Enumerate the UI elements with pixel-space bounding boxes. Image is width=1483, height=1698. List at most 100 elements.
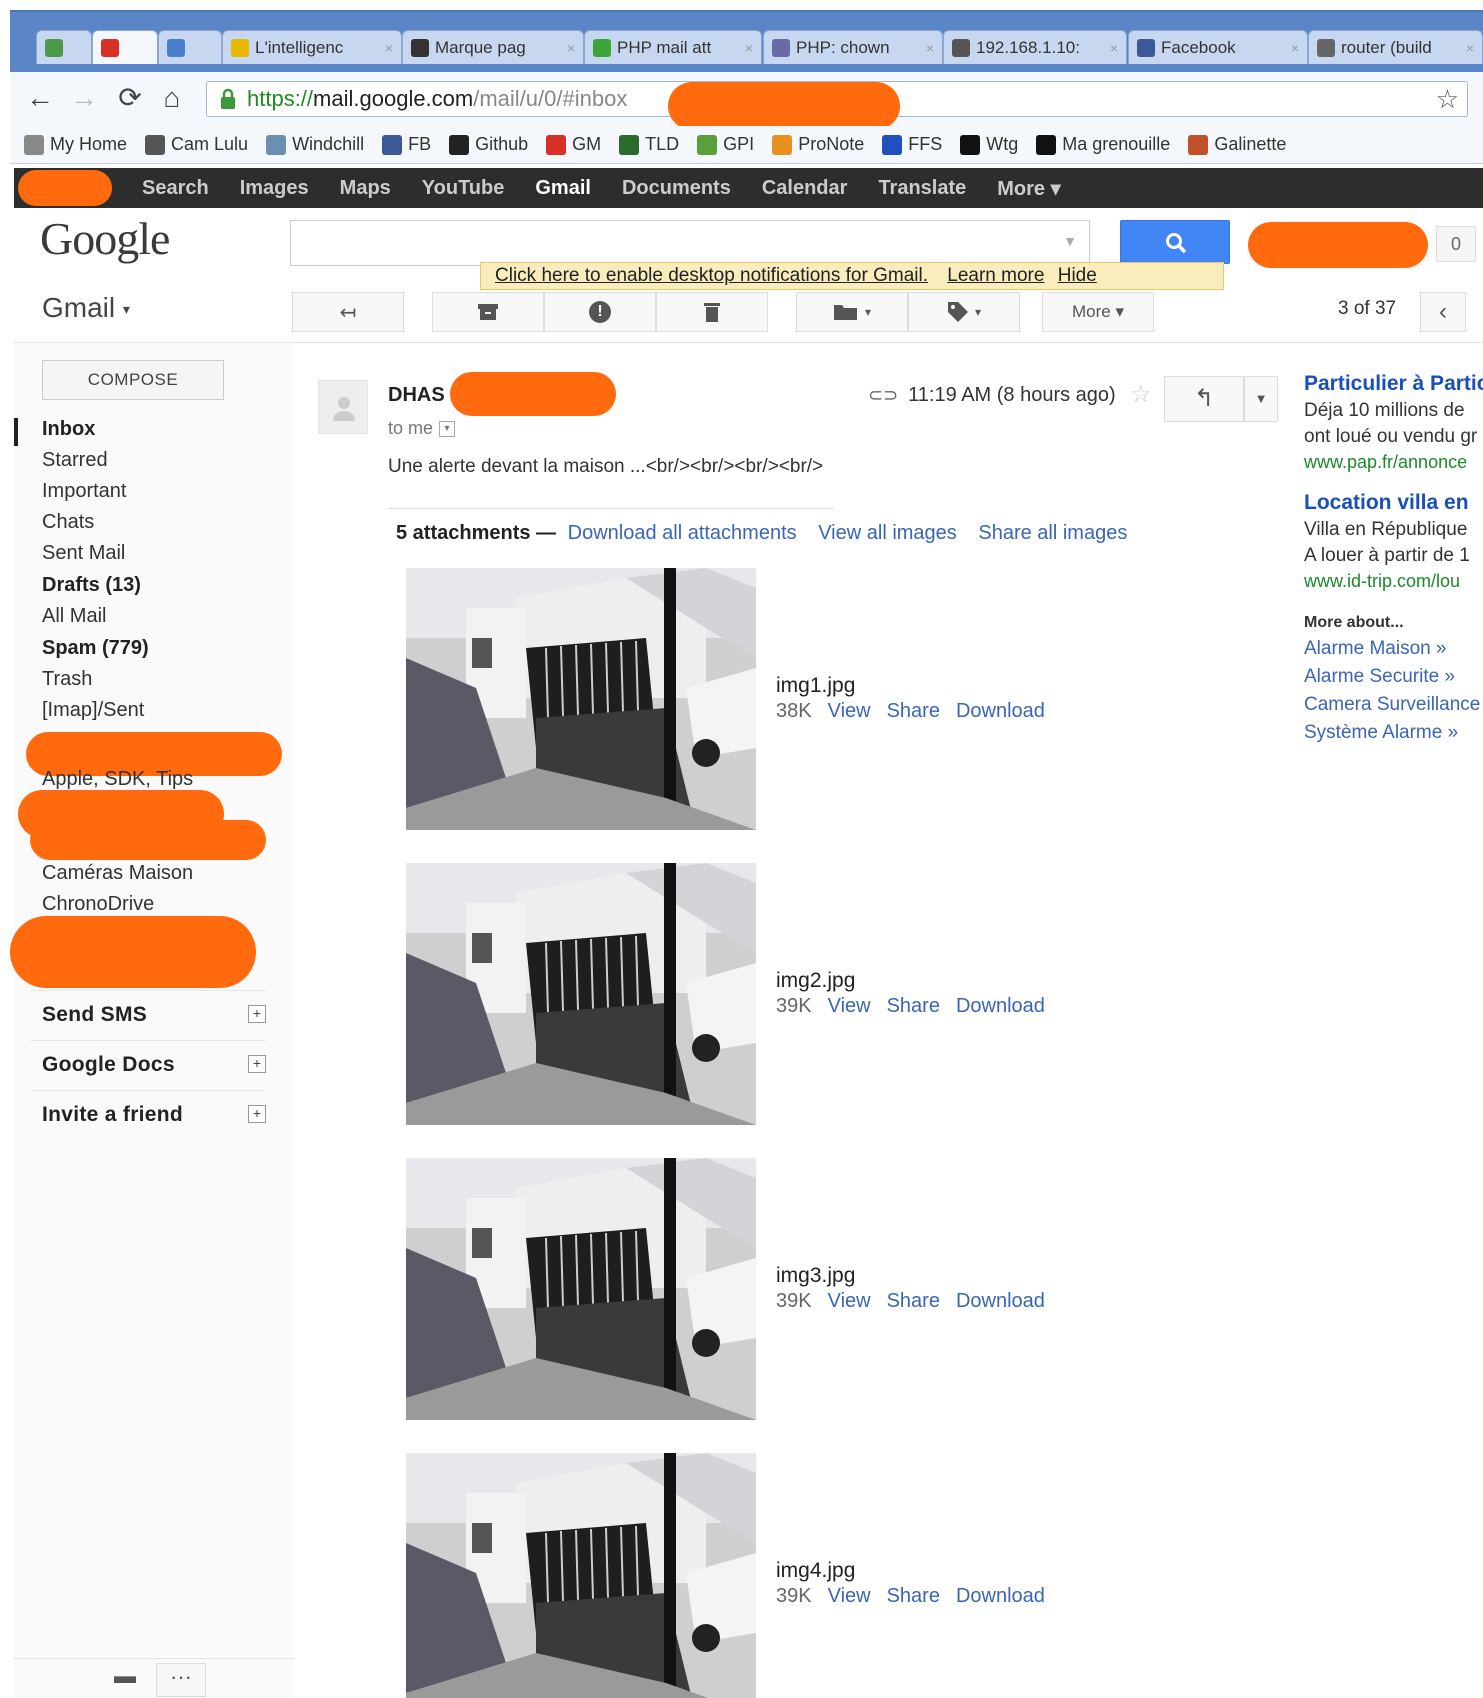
browser-tab[interactable] (158, 30, 222, 64)
close-icon[interactable]: × (1291, 40, 1299, 56)
attachment-thumbnail[interactable] (406, 863, 756, 1125)
sidebar-item[interactable]: All Mail (42, 605, 106, 628)
gbar-link[interactable]: Translate (878, 177, 966, 200)
search-input[interactable]: ▼ (290, 220, 1090, 266)
bookmark-star-icon[interactable]: ☆ (1436, 82, 1459, 116)
sidebar-item[interactable]: Inbox (42, 418, 95, 441)
sidebar-item[interactable]: Chats (42, 511, 94, 534)
invite-friend-section[interactable]: Invite a friend + (30, 1090, 266, 1136)
search-options-icon[interactable]: ▼ (1063, 233, 1077, 249)
delete-button[interactable] (656, 292, 768, 332)
details-dropdown-icon[interactable]: ▾ (439, 421, 456, 438)
share-link[interactable]: Share (887, 1290, 940, 1312)
gbar-link[interactable]: More ▾ (997, 176, 1060, 201)
related-link[interactable]: Système Alarme » (1304, 722, 1483, 744)
google-docs-section[interactable]: Google Docs + (30, 1040, 266, 1086)
enable-notifications-link[interactable]: Click here to enable desktop notificatio… (495, 265, 928, 286)
labels-button[interactable]: ▾ (908, 292, 1020, 332)
bookmark-item[interactable]: Cam Lulu (145, 134, 248, 155)
bookmark-item[interactable]: FFS (882, 134, 942, 155)
view-all-images-link[interactable]: View all images (818, 522, 957, 544)
gbar-link[interactable]: Gmail (535, 177, 591, 200)
search-button[interactable] (1120, 220, 1230, 264)
view-link[interactable]: View (828, 995, 871, 1017)
close-icon[interactable]: × (745, 40, 753, 56)
forward-icon[interactable]: → (68, 80, 100, 116)
ad-title-link[interactable]: Particulier à Particulier (1304, 372, 1483, 396)
browser-tab[interactable]: L'intelligenc × (222, 30, 402, 64)
back-to-inbox-button[interactable]: ↤ (292, 292, 404, 332)
gbar-link[interactable]: Calendar (762, 177, 848, 200)
previous-conversation-button[interactable]: ‹ (1420, 292, 1466, 332)
ad-url[interactable]: www.pap.fr/annonce (1304, 452, 1483, 473)
bookmark-item[interactable]: Wtg (960, 134, 1018, 155)
home-icon[interactable]: ⌂ (156, 80, 188, 116)
star-icon[interactable]: ☆ (1130, 380, 1152, 409)
share-link[interactable]: Share (887, 700, 940, 722)
download-link[interactable]: Download (956, 700, 1045, 722)
bookmark-item[interactable]: ProNote (772, 134, 864, 155)
more-reply-options-button[interactable]: ▼ (1244, 376, 1278, 422)
sidebar-item[interactable]: Spam (779) (42, 637, 149, 660)
browser-tab[interactable]: PHP: chown × (763, 30, 943, 64)
browser-tab[interactable]: Marque pag × (402, 30, 584, 64)
notification-counter[interactable]: 0 (1436, 226, 1476, 262)
bookmark-item[interactable]: GPI (697, 134, 754, 155)
close-icon[interactable]: × (926, 40, 934, 56)
related-link[interactable]: Camera Surveillance (1304, 694, 1483, 716)
more-actions-button[interactable]: More ▾ (1042, 292, 1154, 332)
sidebar-item[interactable]: Starred (42, 449, 108, 472)
plus-icon[interactable]: + (248, 1105, 266, 1123)
gbar-link[interactable]: YouTube (422, 177, 505, 200)
gbar-link[interactable]: Search (142, 177, 209, 200)
hide-link[interactable]: Hide (1058, 265, 1097, 286)
bookmark-item[interactable]: Windchill (266, 134, 364, 155)
view-link[interactable]: View (828, 1290, 871, 1312)
download-all-link[interactable]: Download all attachments (568, 522, 797, 544)
share-link[interactable]: Share (887, 1585, 940, 1607)
download-link[interactable]: Download (956, 995, 1045, 1017)
sidebar-item[interactable]: [Imap]/Sent (42, 699, 144, 722)
view-link[interactable]: View (828, 700, 871, 722)
bookmark-item[interactable]: GM (546, 134, 601, 155)
bookmark-item[interactable]: Github (449, 134, 528, 155)
browser-tab[interactable] (36, 30, 92, 64)
ad-title-link[interactable]: Location villa en (1304, 491, 1483, 515)
google-logo[interactable]: Google (40, 212, 170, 265)
bookmark-item[interactable]: Ma grenouille (1036, 134, 1170, 155)
gbar-link[interactable]: Documents (622, 177, 731, 200)
close-icon[interactable]: × (1466, 40, 1474, 56)
view-link[interactable]: View (828, 1585, 871, 1607)
reload-icon[interactable]: ⟳ (114, 80, 146, 116)
move-to-button[interactable]: ▾ (796, 292, 908, 332)
related-link[interactable]: Alarme Maison » (1304, 638, 1483, 660)
label-cameras-maison[interactable]: Caméras Maison (42, 862, 193, 885)
sidebar-item[interactable]: Sent Mail (42, 542, 125, 565)
ad-url[interactable]: www.id-trip.com/lou (1304, 571, 1483, 592)
bookmark-item[interactable]: FB (382, 134, 431, 155)
gbar-link[interactable]: Maps (340, 177, 391, 200)
sidebar-item[interactable]: Trash (42, 668, 92, 691)
attachment-thumbnail[interactable] (406, 1453, 756, 1698)
bookmark-item[interactable]: My Home (24, 134, 127, 155)
attachment-thumbnail[interactable] (406, 1158, 756, 1420)
sidebar-item[interactable]: Drafts (13) (42, 574, 141, 597)
bookmark-item[interactable]: Galinette (1188, 134, 1286, 155)
close-icon[interactable]: × (385, 40, 393, 56)
reply-button[interactable]: ↰ (1164, 376, 1244, 422)
bookmark-item[interactable]: TLD (619, 134, 679, 155)
sidebar-item[interactable]: Important (42, 480, 126, 503)
send-sms-section[interactable]: Send SMS + (30, 990, 266, 1036)
browser-tab[interactable]: PHP mail att × (584, 30, 762, 64)
gmail-menu[interactable]: Gmail ▾ (42, 292, 130, 324)
plus-icon[interactable]: + (248, 1055, 266, 1073)
report-spam-button[interactable]: ! (544, 292, 656, 332)
plus-icon[interactable]: + (248, 1005, 266, 1023)
browser-tab[interactable] (92, 30, 158, 64)
download-link[interactable]: Download (956, 1290, 1045, 1312)
browser-tab[interactable]: Facebook × (1128, 30, 1308, 64)
label-chronodrive[interactable]: ChronoDrive (42, 893, 154, 916)
compose-button[interactable]: COMPOSE (42, 360, 224, 400)
chat-icon[interactable]: ▬ (100, 1663, 150, 1697)
related-link[interactable]: Alarme Securite » (1304, 666, 1483, 688)
